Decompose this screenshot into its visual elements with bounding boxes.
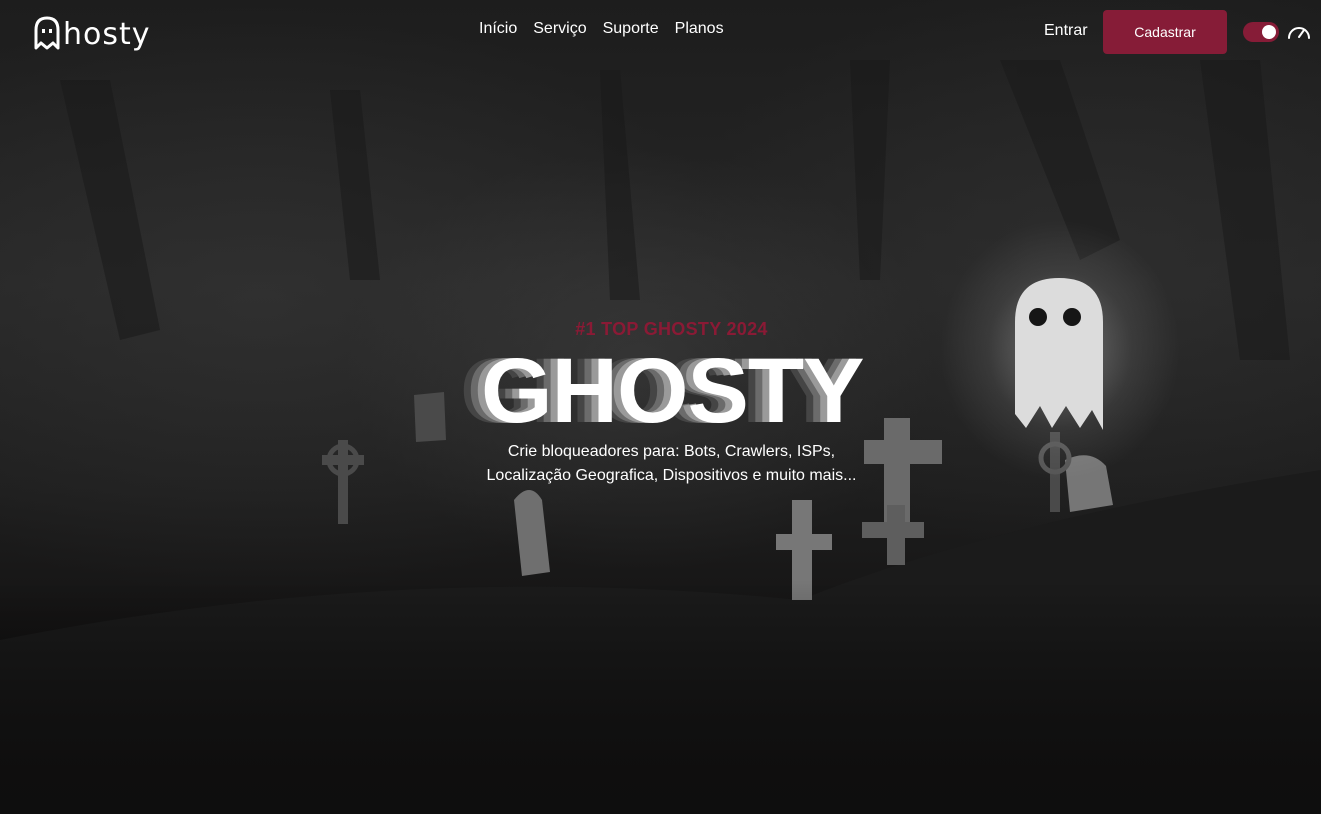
top-navbar: hosty Início Serviço Suporte Planos Entr… bbox=[0, 0, 1321, 64]
hero-title-group: GHOSTY GHOSTY GHOSTY GHOSTY bbox=[460, 340, 880, 442]
nav-item-inicio[interactable]: Início bbox=[479, 20, 517, 38]
theme-toggle[interactable] bbox=[1243, 22, 1279, 42]
hero-eyebrow: #1 TOP GHOSTY 2024 bbox=[575, 319, 768, 339]
ghost-logo-icon bbox=[34, 16, 60, 50]
hero-title: GHOSTY bbox=[481, 340, 864, 442]
hero-subtitle: Crie bloqueadores para: Bots, Crawlers, … bbox=[0, 440, 1321, 488]
nav-item-servico[interactable]: Serviço bbox=[533, 20, 586, 38]
hero-subtitle-line1: Crie bloqueadores para: Bots, Crawlers, … bbox=[507, 443, 836, 460]
nav-item-suporte[interactable]: Suporte bbox=[603, 20, 659, 38]
hero-subtitle-line2: Localização Geografica, Dispositivos e m… bbox=[486, 467, 857, 484]
login-link[interactable]: Entrar bbox=[1044, 22, 1088, 40]
nav-item-planos[interactable]: Planos bbox=[675, 20, 724, 38]
logo-wordmark: hosty bbox=[63, 16, 151, 52]
signup-button[interactable]: Cadastrar bbox=[1103, 10, 1227, 54]
speedometer-icon[interactable] bbox=[1287, 21, 1311, 43]
main-nav: Início Serviço Suporte Planos bbox=[479, 20, 724, 38]
toggle-knob bbox=[1262, 25, 1276, 39]
brand-logo[interactable]: hosty bbox=[33, 12, 151, 54]
